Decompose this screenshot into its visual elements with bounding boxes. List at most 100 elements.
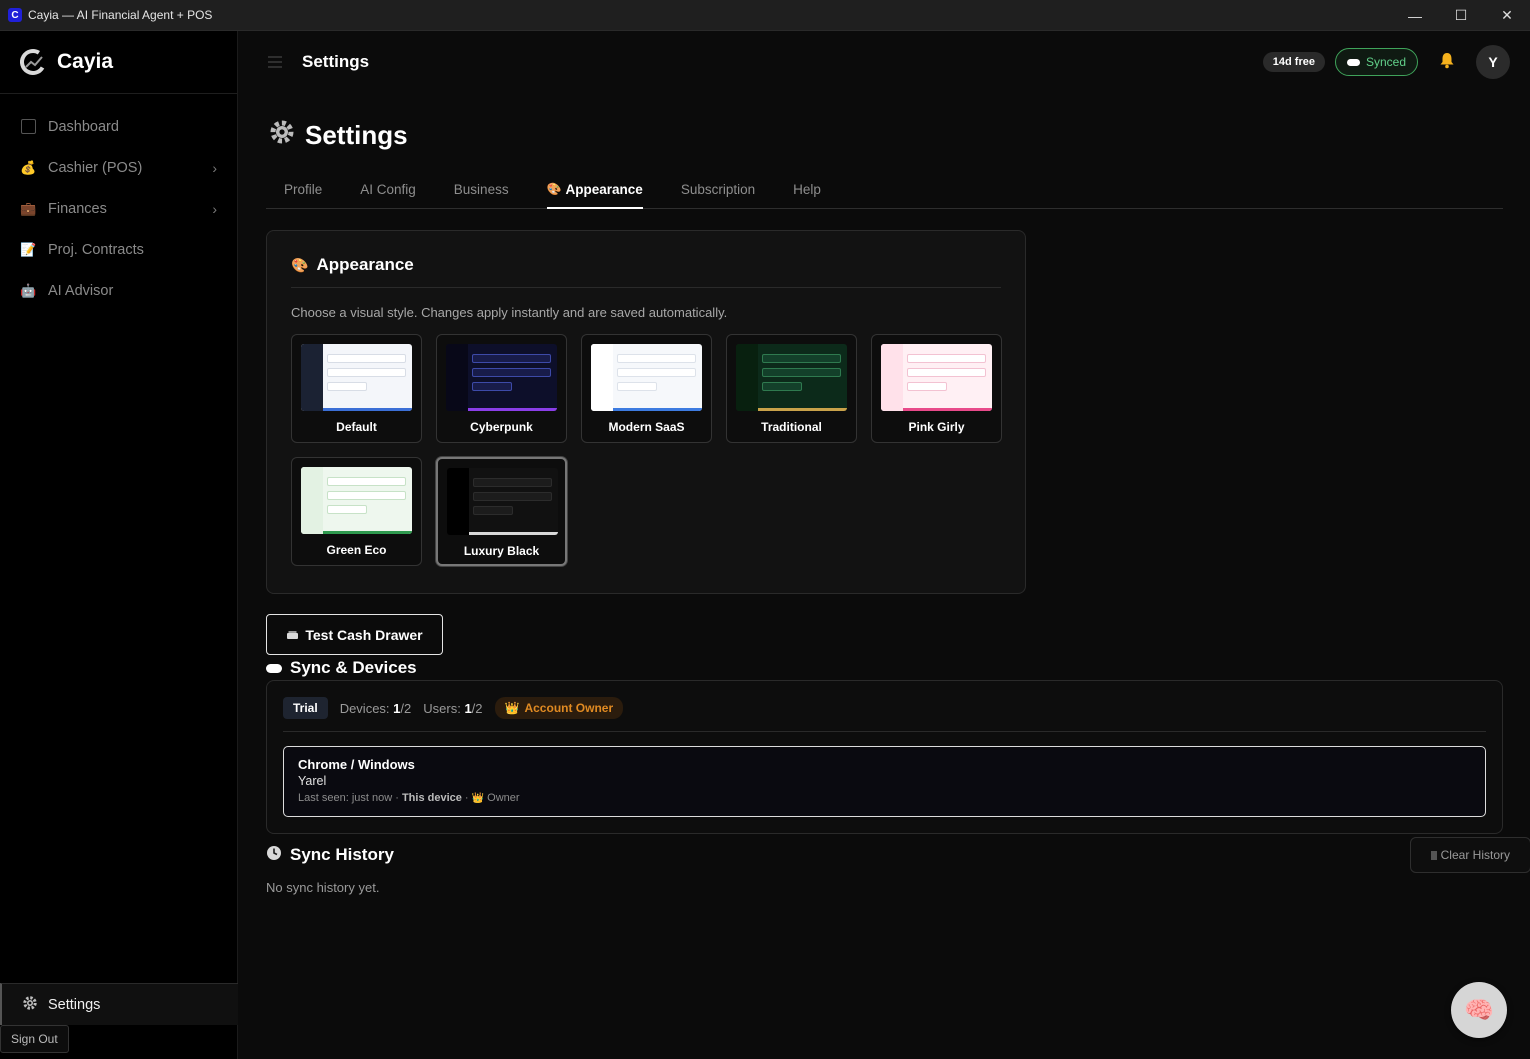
theme-label: Modern SaaS [608, 420, 685, 434]
chevron-right-icon: › [212, 159, 217, 176]
theme-preview [447, 468, 558, 535]
theme-label: Cyberpunk [470, 420, 533, 434]
sidebar-item-cashier[interactable]: 💰 Cashier (POS) › [0, 147, 237, 188]
close-button[interactable]: ✕ [1484, 0, 1530, 31]
sidebar-item-label: Settings [48, 996, 101, 1013]
clear-history-button[interactable]: Clear History [1409, 837, 1530, 873]
sync-devices-title: Sync & Devices [266, 658, 1503, 678]
appearance-title-text: Appearance [316, 255, 414, 274]
tab-ai-config[interactable]: AI Config [360, 182, 416, 209]
bell-icon[interactable] [1438, 51, 1456, 74]
sidebar-bottom: Settings Sign Out [0, 983, 238, 1059]
trial-days-badge[interactable]: 14d free [1262, 52, 1325, 72]
window-titlebar: C Cayia — AI Financial Agent + POS — ☐ ✕ [0, 0, 1530, 31]
page-title-text: Settings [305, 120, 408, 150]
theme-option-traditional[interactable]: Traditional [726, 334, 857, 443]
sidebar-nav: Dashboard 💰 Cashier (POS) › 💼 Finances ›… [0, 94, 237, 311]
sync-status-label: Synced [1365, 55, 1406, 69]
tab-appearance[interactable]: 🎨 Appearance [546, 182, 643, 209]
appearance-description: Choose a visual style. Changes apply ins… [291, 305, 728, 320]
tab-help[interactable]: Help [793, 182, 821, 209]
menu-icon[interactable] [268, 56, 282, 68]
sign-out-button[interactable]: Sign Out [0, 1025, 69, 1053]
sync-status-badge[interactable]: Synced [1334, 48, 1418, 76]
sidebar-item-settings[interactable]: Settings [0, 983, 238, 1025]
tab-label: Appearance [565, 182, 643, 197]
money-bag-icon: 💰 [20, 159, 37, 175]
section-title-text: Sync & Devices [290, 658, 417, 677]
crown-icon: 👑 [504, 701, 520, 715]
header-actions: 14d free Synced Y [1262, 31, 1510, 93]
button-label: Test Cash Drawer [305, 626, 423, 643]
plan-badge: Trial [283, 697, 328, 719]
sync-devices-card: Trial Devices: 1/2 Users: 1/2 👑 Account … [266, 680, 1503, 834]
sync-summary: Trial Devices: 1/2 Users: 1/2 👑 Account … [283, 697, 1486, 732]
ai-brain-fab[interactable]: 🧠 [1451, 982, 1507, 1038]
avatar[interactable]: Y [1476, 45, 1510, 79]
account-owner-badge: 👑 Account Owner [494, 697, 624, 719]
clock-icon [266, 845, 282, 866]
sidebar-item-label: Dashboard [48, 118, 119, 135]
brain-icon: 🧠 [1464, 996, 1494, 1024]
sidebar-item-label: AI Advisor [48, 282, 114, 299]
robot-icon: 🤖 [20, 282, 37, 298]
trash-icon [1430, 851, 1437, 860]
brand[interactable]: Cayia [0, 31, 237, 94]
sidebar-item-label: Finances [48, 200, 107, 217]
theme-option-green-eco[interactable]: Green Eco [291, 457, 422, 566]
top-header: Settings 14d free Synced Y [238, 31, 1530, 93]
theme-option-cyberpunk[interactable]: Cyberpunk [436, 334, 567, 443]
sync-history-title: Sync History [266, 845, 394, 866]
theme-label: Default [336, 420, 377, 434]
sidebar-item-finances[interactable]: 💼 Finances › [0, 188, 237, 229]
theme-option-default[interactable]: Default [291, 334, 422, 443]
chevron-right-icon: › [212, 200, 217, 217]
test-cash-drawer-button[interactable]: Test Cash Drawer [266, 614, 443, 655]
theme-preview [446, 344, 557, 411]
window-controls: — ☐ ✕ [1392, 0, 1530, 31]
crown-icon: 👑 [471, 793, 485, 804]
theme-grid: Default Cyberpunk Modern SaaS Traditional Pi… [291, 334, 1002, 566]
briefcase-icon: 💼 [20, 200, 37, 216]
header-title: Settings [302, 52, 370, 71]
square-icon [20, 118, 37, 135]
theme-label: Pink Girly [908, 420, 965, 434]
theme-preview [301, 344, 412, 411]
theme-option-pink-girly[interactable]: Pink Girly [871, 334, 1002, 443]
main-content: Settings Profile AI Config Business 🎨 Ap… [266, 93, 1530, 895]
theme-option-modern-saas[interactable]: Modern SaaS [581, 334, 712, 443]
minimize-button[interactable]: — [1392, 0, 1438, 31]
appearance-title: 🎨 Appearance [291, 255, 1001, 288]
theme-preview [736, 344, 847, 411]
sidebar-item-contracts[interactable]: 📝 Proj. Contracts [0, 229, 237, 270]
theme-preview [301, 467, 412, 534]
tab-profile[interactable]: Profile [284, 182, 322, 209]
settings-tabs: Profile AI Config Business 🎨 Appearance … [266, 182, 1503, 209]
brand-name: Cayia [57, 50, 114, 73]
section-title-text: Sync History [290, 845, 394, 864]
gear-icon [269, 119, 295, 152]
palette-icon: 🎨 [291, 256, 309, 273]
page-title: Settings [266, 119, 1503, 152]
cloud-icon [266, 663, 282, 673]
sidebar-item-label: Cashier (POS) [48, 159, 143, 176]
sidebar-item-dashboard[interactable]: Dashboard [0, 106, 237, 147]
device-name: Chrome / Windows [298, 757, 415, 772]
tab-business[interactable]: Business [454, 182, 509, 209]
theme-option-luxury-black[interactable]: Luxury Black [436, 457, 567, 566]
sidebar-item-label: Proj. Contracts [48, 241, 144, 258]
device-meta: Last seen: just now · This device · 👑 Ow… [298, 792, 520, 804]
theme-label: Luxury Black [463, 544, 540, 558]
app-icon: C [8, 8, 22, 22]
theme-label: Traditional [761, 420, 822, 434]
sync-history-header: Sync History Clear History [266, 836, 1530, 874]
drawer-icon [286, 627, 299, 643]
device-card[interactable]: Chrome / Windows Yarel Last seen: just n… [283, 746, 1486, 817]
cayia-logo-icon [20, 49, 46, 75]
sidebar-item-ai-advisor[interactable]: 🤖 AI Advisor [0, 270, 237, 311]
theme-preview [881, 344, 992, 411]
maximize-button[interactable]: ☐ [1438, 0, 1484, 31]
tab-subscription[interactable]: Subscription [681, 182, 755, 209]
theme-preview [591, 344, 702, 411]
window-title: Cayia — AI Financial Agent + POS [28, 8, 213, 22]
